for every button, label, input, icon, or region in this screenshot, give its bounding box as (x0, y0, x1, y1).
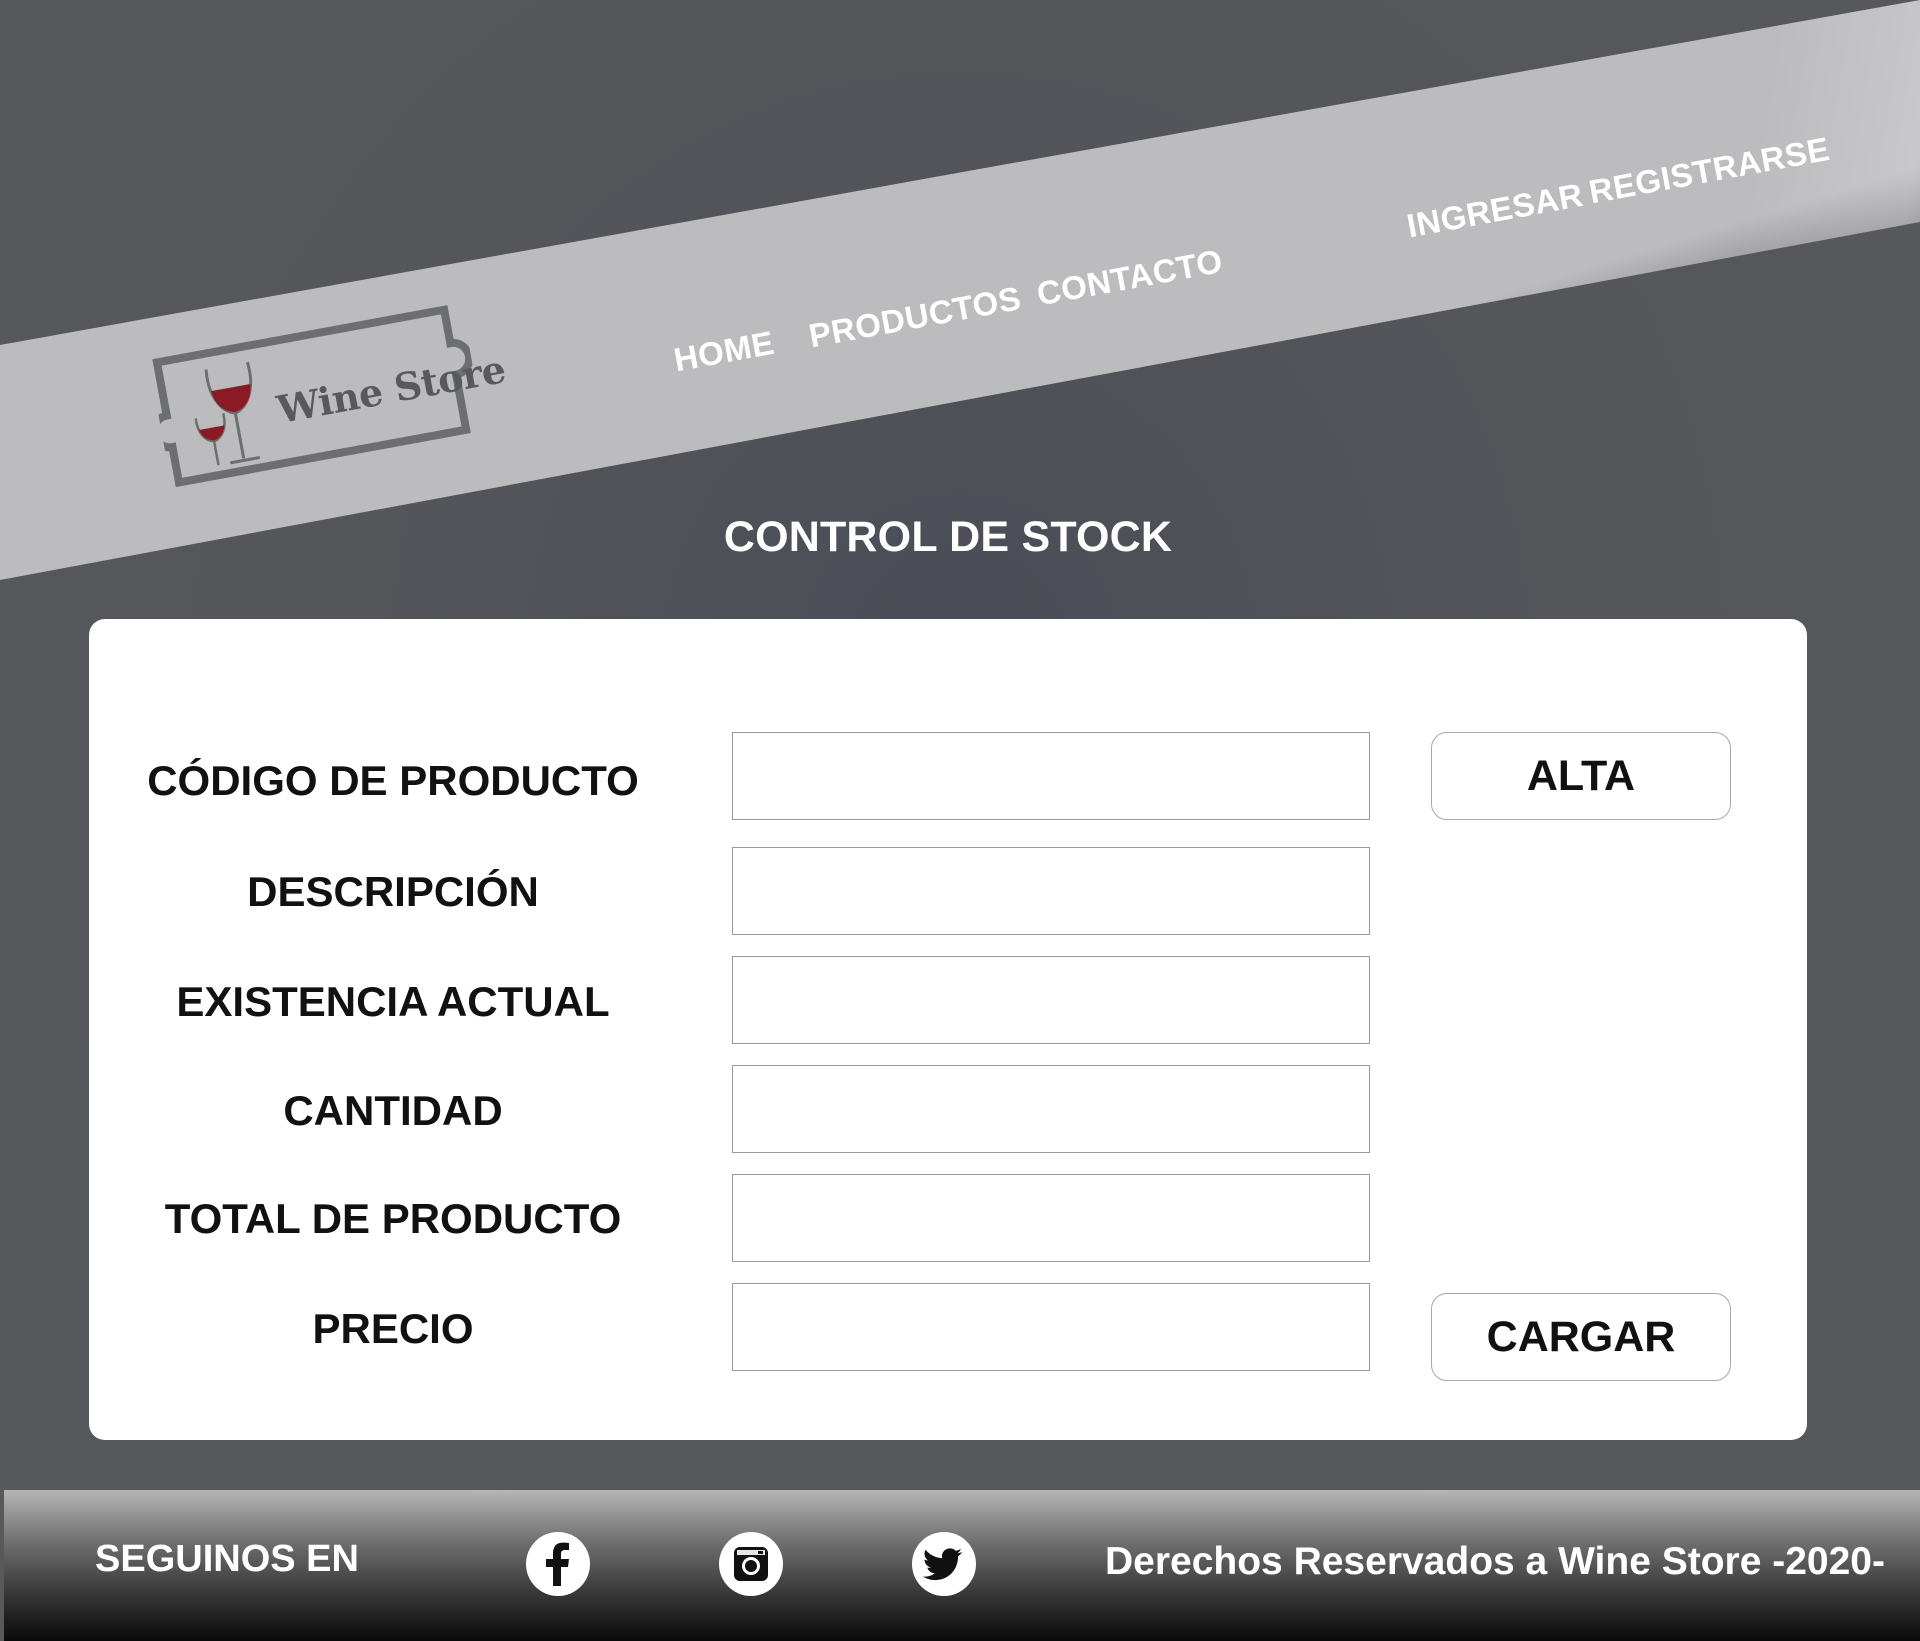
existencia-actual-input[interactable] (732, 956, 1370, 1044)
descripcion-input[interactable] (732, 847, 1370, 935)
label-existencia-actual: EXISTENCIA ACTUAL (176, 978, 610, 1025)
label-descripcion: DESCRIPCIÓN (247, 868, 539, 915)
instagram-icon[interactable] (719, 1532, 783, 1596)
alta-button[interactable]: ALTA (1431, 732, 1731, 820)
precio-input[interactable] (732, 1283, 1370, 1371)
cantidad-input[interactable] (732, 1065, 1370, 1153)
label-cantidad: CANTIDAD (283, 1087, 503, 1134)
codigo-producto-input[interactable] (732, 732, 1370, 820)
footer-copyright: Derechos Reservados a Wine Store -2020- (1105, 1540, 1885, 1583)
label-precio: PRECIO (312, 1305, 474, 1352)
label-total-producto: TOTAL DE PRODUCTO (164, 1195, 622, 1242)
page-title: CONTROL DE STOCK (723, 513, 1173, 561)
cargar-button[interactable]: CARGAR (1431, 1293, 1731, 1381)
total-producto-input[interactable] (732, 1174, 1370, 1262)
footer: SEGUINOS EN Derechos Reservados a Wine S… (4, 1490, 1920, 1641)
twitter-icon[interactable] (912, 1532, 976, 1596)
footer-follow-label: SEGUINOS EN (95, 1538, 359, 1580)
label-codigo-producto: CÓDIGO DE PRODUCTO (147, 757, 639, 804)
facebook-icon[interactable] (526, 1532, 590, 1596)
